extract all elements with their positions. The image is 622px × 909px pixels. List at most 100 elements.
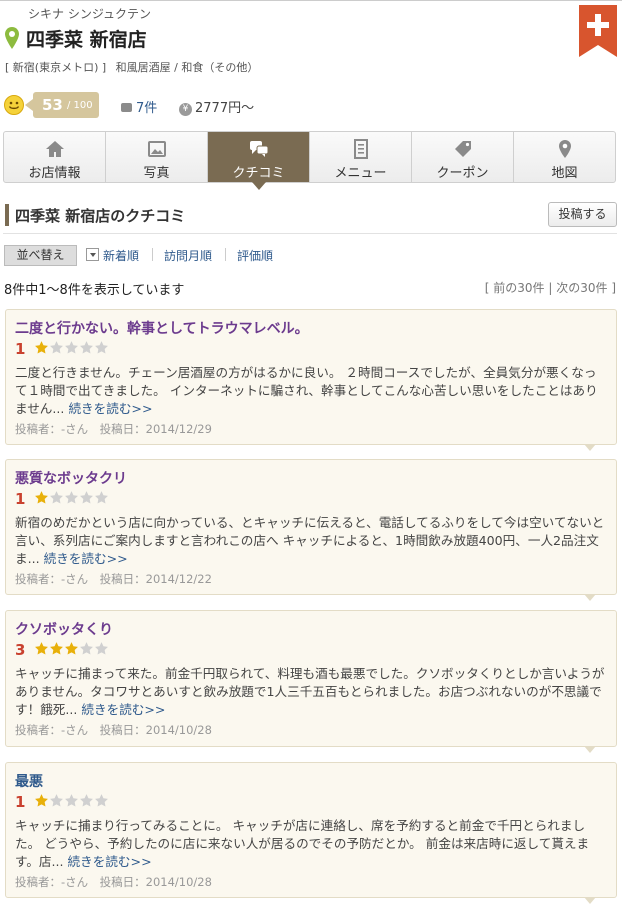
read-more-link[interactable]: 続きを読む>>: [68, 854, 152, 869]
star-empty-icon: [65, 794, 78, 807]
card-tail: [584, 897, 596, 904]
prev-page-link[interactable]: 前の30件: [493, 281, 544, 295]
review-card[interactable]: 最悪 1 キャッチに捕まり行ってみることに。 キャッチが店に連絡し、席を予約する…: [5, 762, 617, 904]
price: ¥2777円～: [179, 97, 254, 116]
sort-visit-month[interactable]: 訪問月順: [164, 247, 212, 264]
review-footer: 投稿者：-さん 投稿日：2014/10/28: [15, 875, 212, 889]
home-icon: [45, 141, 64, 157]
comment-icon: [121, 103, 132, 112]
star-filled-icon: [35, 341, 48, 354]
sort-divider: [225, 248, 226, 261]
tab-shop-info[interactable]: お店情報: [4, 132, 106, 182]
sort-newest[interactable]: 新着順: [103, 247, 139, 264]
star-empty-icon: [80, 491, 93, 504]
tab-label: メニュー: [334, 166, 387, 181]
read-more-link[interactable]: 続きを読む>>: [68, 401, 152, 416]
review-title[interactable]: 最悪: [15, 771, 43, 791]
review-footer: 投稿者：-さん 投稿日：2014/12/22: [15, 572, 212, 586]
star-empty-icon: [50, 491, 63, 504]
price-label: 2777円～: [195, 101, 255, 116]
review-card[interactable]: 二度と行かない。幹事としてトラウマレベル。 1 二度と行きません。チェーン居酒屋…: [5, 309, 617, 451]
photo-icon: [147, 141, 166, 157]
review-title[interactable]: クソボッタくり: [15, 619, 113, 639]
pager-bracket: ]: [607, 281, 616, 295]
review-title[interactable]: 悪質なボッタクリ: [15, 468, 127, 488]
tab-label: 写真: [143, 166, 170, 181]
score-badge: 53 / 100: [25, 92, 99, 118]
score-row: 53 / 100 7件 ¥2777円～: [0, 92, 622, 120]
star-empty-icon: [80, 341, 93, 354]
review-body: キャッチに捕まって来た。前金千円取られて、料理も酒も最悪でした。クソボッタくりと…: [15, 665, 607, 719]
score-value: 53: [42, 96, 63, 114]
shop-name: 四季菜 新宿店: [26, 29, 147, 51]
section-divider: [3, 233, 617, 234]
pager: [ 前の30件 | 次の30件 ]: [485, 279, 616, 296]
sort-rating[interactable]: 評価順: [237, 247, 273, 264]
star-empty-icon: [80, 642, 93, 655]
review-body: キャッチに捕まり行ってみることに。 キャッチが店に連絡し、席を予約すると前金で千…: [15, 817, 607, 871]
star-empty-icon: [95, 491, 108, 504]
bookmark-add-icon[interactable]: [579, 5, 617, 57]
star-rating: [34, 641, 109, 657]
shop-meta: [ 新宿(東京メトロ) ] 和風居酒屋 / 和食（その他）: [5, 59, 258, 75]
star-empty-icon: [65, 491, 78, 504]
result-count: 8件中1～8件を表示しています: [4, 283, 185, 298]
shop-header: シキナ シンジュクテン 四季菜 新宿店 [ 新宿(東京メトロ) ] 和風居酒屋 …: [0, 0, 622, 86]
map-pin-icon: [558, 140, 571, 158]
sort-button[interactable]: 並べ替え: [4, 245, 77, 266]
card-tail: [584, 594, 596, 601]
review-body: 新宿のめだかという店に向かっている、とキャッチに伝えると、電話してるふりをして今…: [15, 514, 607, 568]
chevron-down-icon[interactable]: [86, 248, 99, 261]
tab-map[interactable]: 地図: [514, 132, 615, 182]
sort-divider: [152, 248, 153, 261]
star-rating: [34, 793, 109, 809]
review-count-label: 7件: [136, 101, 158, 116]
pager-sep: |: [544, 281, 557, 295]
read-more-link[interactable]: 続きを読む>>: [81, 702, 165, 717]
star-empty-icon: [50, 794, 63, 807]
review-count[interactable]: 7件: [121, 97, 157, 116]
review-title[interactable]: 二度と行かない。幹事としてトラウマレベル。: [15, 318, 309, 338]
read-more-link[interactable]: 続きを読む>>: [44, 551, 128, 566]
pager-bracket: [: [484, 281, 494, 295]
tab-reviews[interactable]: クチコミ: [208, 132, 310, 190]
post-review-button[interactable]: 投稿する: [548, 202, 617, 227]
star-rating: [34, 490, 109, 506]
tab-photos[interactable]: 写真: [106, 132, 208, 182]
tab-coupon[interactable]: クーポン: [412, 132, 514, 182]
tab-label: クーポン: [436, 166, 489, 181]
section-title: 四季菜 新宿店のクチコミ: [15, 207, 186, 225]
star-filled-icon: [35, 491, 48, 504]
review-card[interactable]: クソボッタくり 3 キャッチに捕まって来た。前金千円取られて、料理も酒も最悪でし…: [5, 610, 617, 753]
review-rating: 1: [15, 793, 26, 811]
shop-kana: シキナ シンジュクテン: [28, 7, 151, 21]
shop-station[interactable]: [ 新宿(東京メトロ) ]: [5, 61, 106, 74]
star-empty-icon: [65, 341, 78, 354]
review-footer: 投稿者：-さん 投稿日：2014/10/28: [15, 723, 212, 737]
menu-icon: [353, 139, 368, 159]
tab-label: クチコミ: [232, 166, 285, 181]
star-empty-icon: [95, 794, 108, 807]
coupon-icon: [454, 141, 471, 157]
star-rating: [34, 340, 109, 356]
score-max: / 100: [67, 100, 93, 111]
card-tail: [584, 444, 596, 451]
shop-genre: 和風居酒屋 / 和食（その他）: [115, 61, 259, 74]
review-rating: 1: [15, 340, 26, 358]
star-empty-icon: [50, 341, 63, 354]
star-empty-icon: [80, 794, 93, 807]
star-empty-icon: [95, 341, 108, 354]
star-filled-icon: [35, 794, 48, 807]
tab-bar: お店情報 写真 クチコミ メニュー クーポン 地図: [3, 131, 616, 190]
star-empty-icon: [95, 642, 108, 655]
review-rating: 3: [15, 641, 26, 659]
next-page-link[interactable]: 次の30件: [556, 281, 607, 295]
star-filled-icon: [65, 642, 78, 655]
star-filled-icon: [35, 642, 48, 655]
tab-label: 地図: [551, 166, 578, 181]
review-card[interactable]: 悪質なボッタクリ 1 新宿のめだかという店に向かっている、とキャッチに伝えると、…: [5, 459, 617, 601]
tab-label: お店情報: [28, 166, 81, 181]
tab-menu[interactable]: メニュー: [310, 132, 412, 182]
card-tail: [584, 746, 596, 753]
section-title-bar: [5, 204, 9, 226]
